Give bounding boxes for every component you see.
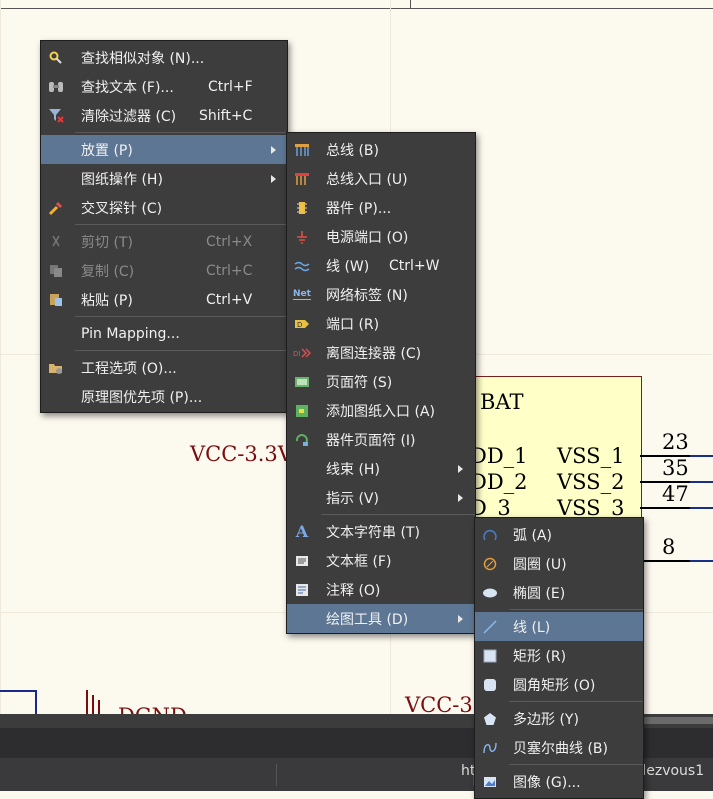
menu-item-directives[interactable]: 指示 (V) bbox=[287, 483, 475, 512]
menu-item-paste[interactable]: 粘贴 (P) Ctrl+V bbox=[41, 285, 287, 314]
menu-item-find-similar[interactable]: 查找相似对象 (N)... bbox=[41, 43, 287, 72]
submenu-arrow-icon bbox=[271, 175, 276, 183]
menu-item-ellipse[interactable]: 椭圆 (E) bbox=[475, 578, 643, 607]
wire[interactable] bbox=[0, 690, 37, 692]
pin-left-1: DD_1 bbox=[470, 444, 528, 468]
paste-icon bbox=[41, 285, 71, 314]
menu-item-port[interactable]: D 端口 (R) bbox=[287, 309, 475, 338]
menu-item-arc[interactable]: 弧 (A) bbox=[475, 520, 643, 549]
device-sheet-symbol-icon bbox=[287, 425, 317, 454]
pin-number-8: 8 bbox=[662, 535, 676, 559]
cross-probe-icon bbox=[41, 193, 71, 222]
ground-symbol[interactable] bbox=[86, 690, 106, 714]
find-similar-icon bbox=[41, 43, 71, 72]
wire-segment[interactable] bbox=[35, 690, 37, 714]
project-options-icon bbox=[41, 353, 71, 382]
rectangle-icon bbox=[475, 641, 505, 670]
svg-text:D: D bbox=[297, 321, 302, 329]
menu-item-wire[interactable]: 线 (W) Ctrl+W bbox=[287, 251, 475, 280]
pin-right-2: VSS_2 bbox=[557, 470, 625, 494]
off-sheet-connector-icon: DI bbox=[287, 338, 317, 367]
pin-left-2: DD_2 bbox=[470, 470, 528, 494]
pin-right-1: VSS_1 bbox=[557, 444, 625, 468]
pin-number-47: 47 bbox=[662, 482, 689, 506]
port-icon: D bbox=[287, 309, 317, 338]
menu-item-harness[interactable]: 线束 (H) bbox=[287, 454, 475, 483]
menu-item-image[interactable]: 图像 (G)... bbox=[475, 767, 643, 796]
menu-item-text-frame[interactable]: 文本框 (F) bbox=[287, 546, 475, 575]
context-menu: 查找相似对象 (N)... 查找文本 (F)... Ctrl+F 清除过滤器 (… bbox=[40, 40, 288, 413]
menu-item-sheet-symbol[interactable]: 页面符 (S) bbox=[287, 367, 475, 396]
menu-item-line[interactable]: 线 (L) bbox=[475, 612, 643, 641]
wire[interactable] bbox=[690, 507, 713, 509]
bus-icon bbox=[287, 135, 317, 164]
power-port-icon bbox=[287, 222, 317, 251]
menu-item-rectangle[interactable]: 矩形 (R) bbox=[475, 641, 643, 670]
menu-item-cut[interactable]: 剪切 (T) Ctrl+X bbox=[41, 227, 287, 256]
pin-number-23: 23 bbox=[662, 430, 689, 454]
submenu-arrow-icon bbox=[458, 465, 463, 473]
menu-item-circle[interactable]: 圆圈 (U) bbox=[475, 549, 643, 578]
menu-item-sheet-entry[interactable]: 添加图纸入口 (A) bbox=[287, 396, 475, 425]
menu-item-find-text[interactable]: 查找文本 (F)... Ctrl+F bbox=[41, 72, 287, 101]
polygon-icon bbox=[475, 704, 505, 733]
menu-item-text-string[interactable]: A 文本字符串 (T) bbox=[287, 517, 475, 546]
menu-item-bus-entry[interactable]: 总线入口 (U) bbox=[287, 164, 475, 193]
note-icon bbox=[287, 575, 317, 604]
wire-icon bbox=[287, 251, 317, 280]
sheet-symbol-icon bbox=[287, 367, 317, 396]
submenu-arrow-icon bbox=[458, 615, 463, 623]
copy-icon bbox=[41, 256, 71, 285]
clear-filter-icon bbox=[41, 101, 71, 130]
menu-item-polygon[interactable]: 多边形 (Y) bbox=[475, 704, 643, 733]
circle-icon bbox=[475, 549, 505, 578]
text-frame-icon bbox=[287, 546, 317, 575]
pin-number-35: 35 bbox=[662, 456, 689, 480]
scissors-icon bbox=[41, 227, 71, 256]
drawing-tools-submenu: 弧 (A) 圆圈 (U) 椭圆 (E) 线 (L) 矩形 (R) 圆角矩形 (O… bbox=[474, 517, 644, 799]
bezier-icon bbox=[475, 733, 505, 762]
menu-item-note[interactable]: 注释 (O) bbox=[287, 575, 475, 604]
place-submenu: 总线 (B) 总线入口 (U) 器件 (P)... 电源端口 (O) 线 (W)… bbox=[286, 132, 476, 634]
svg-text:DI: DI bbox=[293, 350, 300, 358]
menu-item-drawing-tools[interactable]: 绘图工具 (D) bbox=[287, 604, 475, 633]
round-rectangle-icon bbox=[475, 670, 505, 699]
menu-item-power-port[interactable]: 电源端口 (O) bbox=[287, 222, 475, 251]
wire[interactable] bbox=[690, 481, 713, 483]
menu-item-clear-filter[interactable]: 清除过滤器 (C) Shift+C bbox=[41, 101, 287, 130]
menu-item-cross-probe[interactable]: 交叉探针 (C) bbox=[41, 193, 287, 222]
part-icon bbox=[287, 193, 317, 222]
menu-item-place[interactable]: 放置 (P) bbox=[41, 135, 287, 164]
bus-entry-icon bbox=[287, 164, 317, 193]
menu-item-bezier[interactable]: 贝塞尔曲线 (B) bbox=[475, 733, 643, 762]
ellipse-icon bbox=[475, 578, 505, 607]
menu-item-copy[interactable]: 复制 (C) Ctrl+C bbox=[41, 256, 287, 285]
menu-item-sheet-actions[interactable]: 图纸操作 (H) bbox=[41, 164, 287, 193]
sheet-border bbox=[0, 0, 713, 9]
net-label-icon: Net bbox=[293, 289, 311, 300]
wire[interactable] bbox=[690, 455, 713, 457]
scrollbar-thumb[interactable] bbox=[640, 717, 713, 724]
menu-item-round-rectangle[interactable]: 圆角矩形 (O) bbox=[475, 670, 643, 699]
submenu-arrow-icon bbox=[458, 494, 463, 502]
component-name: BAT bbox=[480, 390, 524, 414]
menu-item-project-options[interactable]: 工程选项 (O)... bbox=[41, 353, 287, 382]
net-label-vcc[interactable]: VCC-3.3V bbox=[190, 442, 293, 466]
menu-item-part[interactable]: 器件 (P)... bbox=[287, 193, 475, 222]
binoculars-icon bbox=[41, 72, 71, 101]
sheet-entry-icon bbox=[287, 396, 317, 425]
menu-item-bus[interactable]: 总线 (B) bbox=[287, 135, 475, 164]
menu-item-pin-mapping[interactable]: Pin Mapping... bbox=[41, 319, 287, 348]
menu-item-device-sheet-symbol[interactable]: 器件页面符 (I) bbox=[287, 425, 475, 454]
arc-icon bbox=[475, 520, 505, 549]
menu-item-off-sheet-connector[interactable]: DI 离图连接器 (C) bbox=[287, 338, 475, 367]
text-string-icon: A bbox=[295, 522, 309, 541]
image-icon bbox=[475, 767, 505, 796]
wire[interactable] bbox=[690, 560, 713, 562]
menu-item-schematic-preferences[interactable]: 原理图优先项 (P)... bbox=[41, 382, 287, 411]
submenu-arrow-icon bbox=[271, 146, 276, 154]
line-icon bbox=[475, 612, 505, 641]
menu-item-net-label[interactable]: Net 网络标签 (N) bbox=[287, 280, 475, 309]
